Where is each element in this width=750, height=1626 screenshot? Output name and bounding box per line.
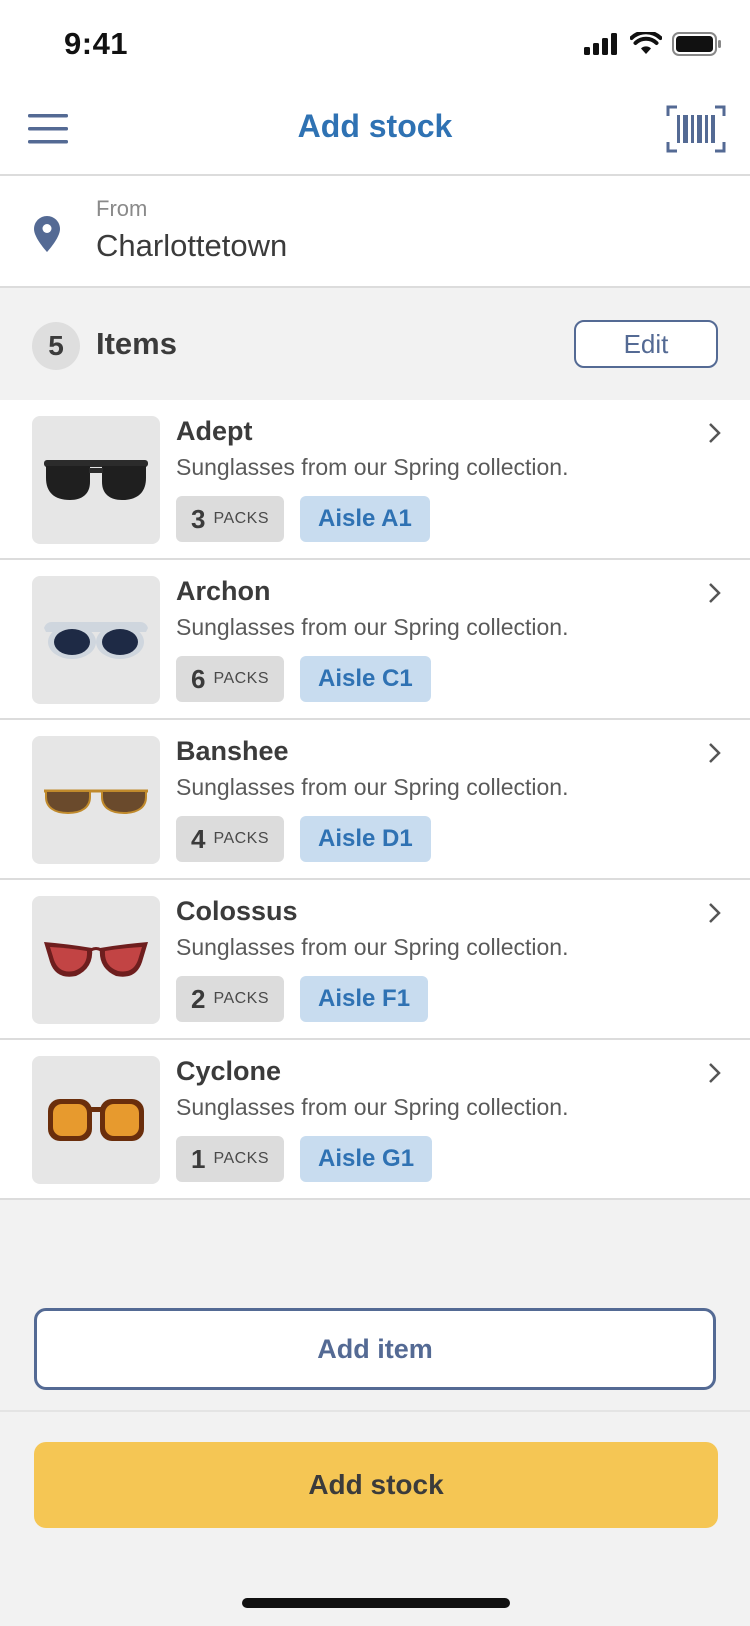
- from-location-selector[interactable]: From Charlottetown: [0, 176, 750, 288]
- packs-badge: 3 PACKS: [176, 496, 284, 542]
- items-count-badge: 5: [32, 322, 80, 370]
- cellular-signal-icon: [584, 33, 617, 55]
- packs-badge: 4 PACKS: [176, 816, 284, 862]
- wifi-icon: [630, 32, 662, 54]
- item-description: Sunglasses from our Spring collection.: [176, 614, 569, 640]
- packs-unit: PACKS: [213, 670, 270, 687]
- sunglasses-cateye-icon: [44, 942, 148, 977]
- packs-unit: PACKS: [213, 510, 270, 527]
- product-thumbnail: [32, 416, 160, 544]
- sunglasses-black-icon: [44, 460, 148, 500]
- packs-badge: 1 PACKS: [176, 1136, 284, 1182]
- item-description: Sunglasses from our Spring collection.: [176, 934, 569, 960]
- aisle-badge: Aisle G1: [300, 1136, 433, 1182]
- product-thumbnail: [32, 1056, 160, 1184]
- item-description: Sunglasses from our Spring collection.: [176, 1094, 569, 1120]
- item-description: Sunglasses from our Spring collection.: [176, 454, 569, 480]
- chevron-right-icon: [709, 583, 721, 603]
- location-pin-icon: [34, 216, 60, 252]
- product-thumbnail: [32, 736, 160, 864]
- aisle-badge: Aisle D1: [300, 816, 431, 862]
- packs-count: 4: [190, 823, 206, 854]
- barcode-scan-icon: [666, 105, 726, 153]
- item-name: Archon: [176, 576, 271, 606]
- barcode-scan-button[interactable]: [666, 104, 726, 154]
- item-name: Banshee: [176, 736, 289, 766]
- add-item-button[interactable]: Add item: [34, 1308, 716, 1390]
- item-name: Cyclone: [176, 1056, 282, 1086]
- packs-count: 3: [190, 503, 206, 534]
- item-description: Sunglasses from our Spring collection.: [176, 774, 569, 800]
- packs-unit: PACKS: [213, 990, 270, 1007]
- packs-unit: PACKS: [213, 830, 270, 847]
- item-name: Colossus: [176, 896, 298, 926]
- product-thumbnail: [32, 896, 160, 1024]
- list-item[interactable]: Colossus Sunglasses from our Spring coll…: [0, 880, 750, 1040]
- list-item[interactable]: Banshee Sunglasses from our Spring colle…: [0, 720, 750, 880]
- list-item[interactable]: Archon Sunglasses from our Spring collec…: [0, 560, 750, 720]
- page-title: Add stock: [297, 108, 453, 144]
- packs-count: 2: [190, 983, 206, 1014]
- packs-badge: 2 PACKS: [176, 976, 284, 1022]
- battery-icon: [672, 32, 721, 56]
- packs-count: 1: [190, 1143, 206, 1174]
- home-indicator: [242, 1598, 510, 1608]
- from-location-value: Charlottetown: [96, 228, 288, 263]
- add-stock-button[interactable]: Add stock: [34, 1442, 718, 1528]
- aisle-badge: Aisle C1: [300, 656, 431, 702]
- packs-badge: 6 PACKS: [176, 656, 284, 702]
- items-label: Items: [96, 326, 177, 361]
- product-thumbnail: [32, 576, 160, 704]
- sunglasses-tortoise-icon: [48, 1099, 144, 1141]
- aisle-badge: Aisle A1: [300, 496, 430, 542]
- list-item[interactable]: Cyclone Sunglasses from our Spring colle…: [0, 1040, 750, 1200]
- sunglasses-clear-icon: [44, 622, 148, 659]
- items-header: 5 Items Edit: [0, 288, 750, 400]
- chevron-right-icon: [709, 903, 721, 923]
- packs-unit: PACKS: [213, 1150, 270, 1167]
- status-time: 9:41: [64, 26, 129, 61]
- bottom-action-bar: Add stock: [0, 1410, 750, 1626]
- chevron-right-icon: [709, 743, 721, 763]
- list-item[interactable]: Adept Sunglasses from our Spring collect…: [0, 400, 750, 560]
- chevron-right-icon: [709, 423, 721, 443]
- nav-bar: Add stock: [0, 88, 750, 176]
- sunglasses-gold-icon: [44, 789, 148, 815]
- item-name: Adept: [176, 416, 253, 446]
- from-label: From: [96, 196, 148, 221]
- status-icons: [584, 32, 722, 56]
- packs-count: 6: [190, 663, 206, 694]
- edit-button[interactable]: Edit: [574, 320, 718, 368]
- status-bar: 9:41: [0, 0, 750, 88]
- aisle-badge: Aisle F1: [300, 976, 429, 1022]
- item-list: Adept Sunglasses from our Spring collect…: [0, 400, 750, 1200]
- chevron-right-icon: [709, 1063, 721, 1083]
